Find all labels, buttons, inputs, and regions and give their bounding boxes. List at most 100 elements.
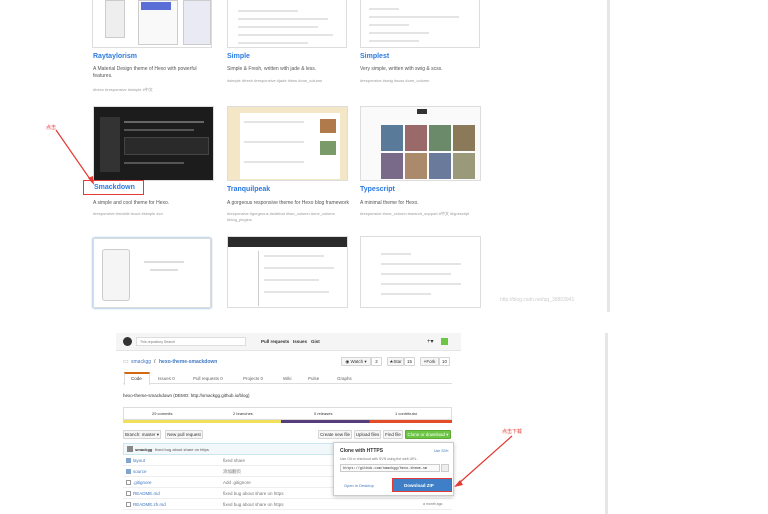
use-ssh-link[interactable]: Use SSH [434,449,448,453]
file-icon [126,491,131,496]
avatar[interactable] [441,338,448,345]
open-in-desktop-button[interactable]: Open in Desktop [344,483,374,488]
star-button[interactable]: ★Star [387,357,404,366]
theme-name[interactable]: Simple [227,53,250,60]
tab-issues[interactable]: Issues 0 [158,376,175,381]
theme-desc: Simple & Fresh, written with jade & less… [227,66,317,72]
star-count[interactable]: 15 [404,357,415,366]
theme-name[interactable]: Typescript [360,186,395,193]
file-icon [126,502,131,507]
file-commit-msg[interactable]: fixed bug about share on https [223,502,284,507]
file-name[interactable]: README.zh.md [133,502,166,507]
repo-icon: ▭ [123,359,129,365]
theme-name[interactable]: Tranquilpeak [227,186,270,193]
file-name[interactable]: README.md [133,491,160,496]
clone-download-button[interactable]: Clone or download ▾ [405,430,451,439]
file-name[interactable]: .gitignore [133,480,152,485]
repo-description: hexo-theme-smackdown (DEMO: http://smack… [123,393,250,398]
find-file-button[interactable]: Find file [383,430,403,439]
theme-thumb-smackdown[interactable] [93,106,214,181]
clone-popup: Clone with HTTPS Use SSH Use Git or chec… [333,442,454,496]
clone-help-text: Use Git or checkout with SVN using the w… [340,457,418,461]
file-name[interactable]: layout [133,458,145,463]
branch-select[interactable]: Branch: master ▾ [123,430,161,439]
folder-icon [126,469,131,474]
theme-tags: #hexo #responsive #simple #中文 [93,87,153,92]
plus-icon[interactable]: +▾ [427,338,434,345]
theme-thumb-row3-b[interactable] [227,236,348,308]
commit-avatar [127,446,133,452]
file-commit-msg[interactable]: fixed bug about share on https [223,491,284,496]
theme-tags: #responsive #gorgeous #sidebar #two_colu… [227,211,335,222]
commit-author[interactable]: smackgg [135,447,152,452]
new-pull-request-button[interactable]: New pull request [165,430,203,439]
fork-label: Fork [426,359,436,364]
theme-thumb-raytaylorism[interactable] [92,0,212,48]
theme-desc: A minimal theme for Hexo. [360,200,419,206]
theme-thumb-simplest[interactable] [360,0,480,48]
watermark: http://blog.csdn.net/qq_36803941 [500,297,575,303]
star-label: Star [393,359,402,364]
file-commit-msg[interactable]: Add .gitignore [223,480,251,485]
theme-desc: A Material Design theme of Hexo with pow… [93,66,197,79]
tab-wiki[interactable]: Wiki [283,376,292,381]
clone-url-field[interactable]: https://github.com/smackgg/hexo-theme-sm [340,464,440,472]
file-commit-msg[interactable]: fixed share [223,458,245,463]
theme-tags: #responsive #one_column #search_support … [360,211,470,216]
annotation-arrow-left [55,129,94,185]
folder-icon [126,458,131,463]
download-zip-button[interactable]: Download ZIP [392,478,452,492]
watch-button[interactable]: ◉ Watch ▾ [341,357,371,366]
watch-label: Watch [350,359,364,364]
search-input[interactable]: This repository Search [136,337,246,346]
github-logo-icon[interactable] [123,337,132,346]
repo-owner[interactable]: smackgg [131,359,151,365]
tab-graphs[interactable]: Graphs [337,376,352,381]
theme-tags: #simple #fresh #responsive #jade #less #… [227,78,323,83]
scrollbar[interactable] [607,0,610,312]
tab-code-label: Code [131,376,142,381]
theme-name[interactable]: Simplest [360,53,389,60]
theme-thumb-row3-a[interactable] [93,238,211,308]
tab-pulse[interactable]: Pulse [308,376,319,381]
theme-name[interactable]: Raytaylorism [93,53,137,60]
theme-desc: A gorgeous responsive theme for Hexo blo… [227,200,350,206]
file-commit-msg[interactable]: 添加翻页 [223,469,241,475]
watch-count[interactable]: 2 [371,357,382,366]
create-file-button[interactable]: Create new file [318,430,352,439]
nav-gist[interactable]: Gist [311,339,320,344]
theme-desc: A simple and cool theme for Hexo. [93,200,170,206]
theme-thumb-tranquilpeak[interactable] [227,106,348,181]
fork-button[interactable]: ⑂Fork [420,357,439,366]
theme-thumb-row3-c[interactable] [360,236,481,308]
theme-desc: Very simple, written with swig & scss. [360,66,443,72]
language-bar [123,420,452,423]
stat-releases[interactable]: 0 releases [314,411,332,416]
file-age: a month ago [423,502,443,506]
upload-files-button[interactable]: Upload files [354,430,381,439]
clone-popup-title: Clone with HTTPS [340,448,384,454]
commit-message[interactable]: fixed bug about share on https [155,447,209,452]
clipboard-icon[interactable] [441,464,449,472]
clone-url: https://github.com/smackgg/hexo-theme-sm [343,466,428,471]
scrollbar[interactable] [605,333,608,514]
theme-thumb-simple[interactable] [227,0,347,48]
stat-contributors[interactable]: 1 contributor [395,411,417,416]
repo-name[interactable]: hexo-theme-smackdown [159,359,217,365]
file-icon [126,480,131,485]
nav-issues[interactable]: Issues [293,339,307,344]
search-placeholder: This repository Search [140,340,176,344]
theme-tags: #responsive #swig #scss #one_column [360,78,430,83]
fork-count[interactable]: 10 [439,357,450,366]
file-row[interactable]: README.zh.md fixed bug about share on ht… [123,499,452,510]
theme-tags: #responsive #mobile #cool #simple #cn [93,211,163,216]
stat-commits[interactable]: 29 commits [152,411,172,416]
annotation-arrow-right [454,435,513,487]
nav-pull-requests[interactable]: Pull requests [261,339,289,344]
tab-pull-requests[interactable]: Pull requests 0 [193,376,223,381]
download-zip-label: Download ZIP [404,483,434,488]
file-name[interactable]: source [133,469,147,474]
tab-projects[interactable]: Projects 0 [243,376,263,381]
stat-branches[interactable]: 2 branches [233,411,253,416]
theme-thumb-typescript[interactable] [360,106,481,181]
